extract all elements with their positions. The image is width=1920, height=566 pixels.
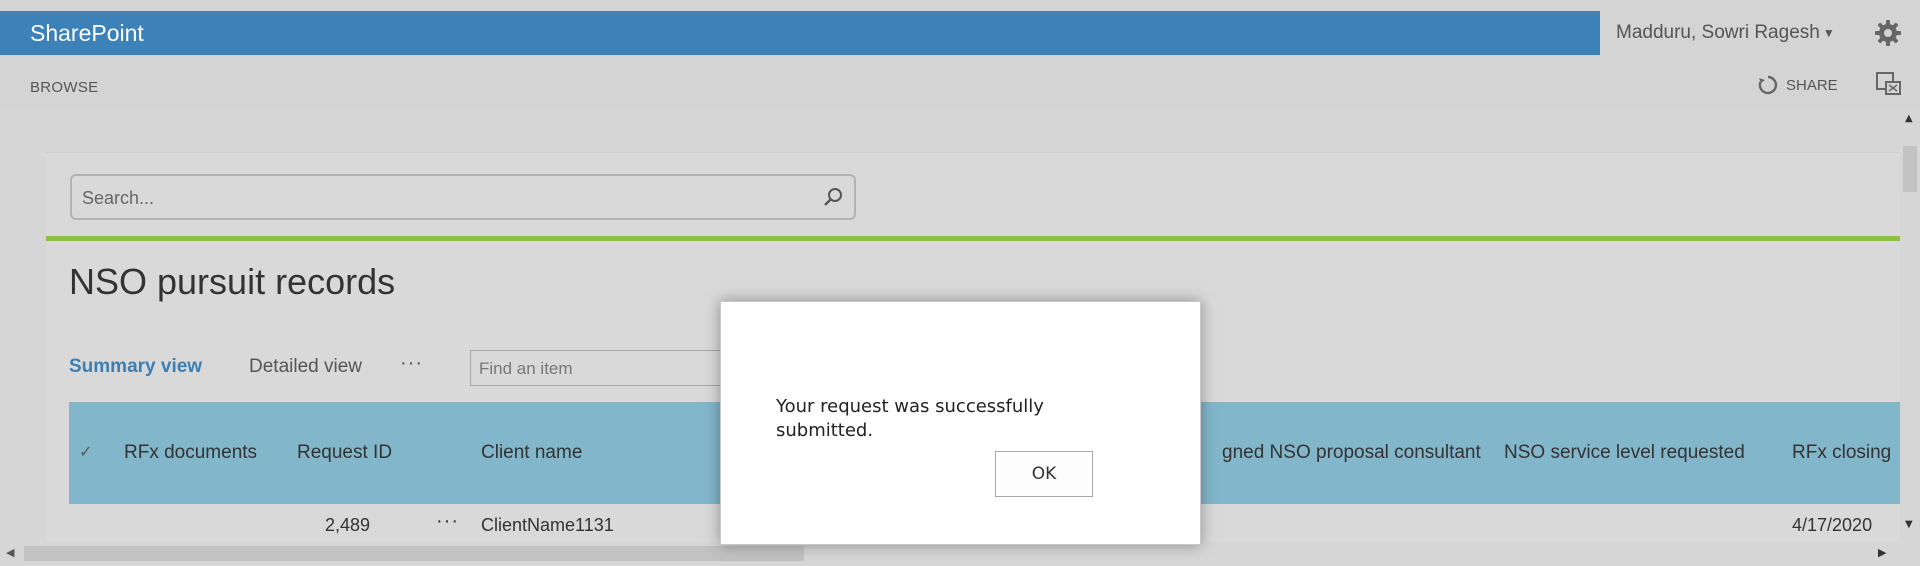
user-name: Madduru, Sowri Ragesh	[1616, 22, 1820, 43]
suite-bar: SharePoint	[0, 11, 1600, 55]
scroll-right-icon[interactable]: ▶	[1878, 546, 1886, 559]
select-all-checkbox[interactable]: ✓	[79, 442, 92, 462]
column-header-rfx-documents[interactable]: RFx documents	[124, 442, 257, 464]
page-title: NSO pursuit records	[69, 261, 396, 302]
scroll-left-icon[interactable]: ◀	[6, 546, 14, 559]
sharepoint-brand[interactable]: SharePoint	[30, 20, 144, 47]
dialog-message: Your request was successfully submitted.	[776, 396, 1044, 441]
gear-icon[interactable]	[1872, 17, 1904, 49]
ok-button[interactable]: OK	[995, 451, 1093, 497]
share-label: SHARE	[1786, 76, 1838, 94]
vertical-scrollbar[interactable]: ▲ ▼	[1900, 109, 1920, 542]
sync-icon	[1758, 75, 1778, 95]
row-menu-button[interactable]: ···	[436, 510, 459, 533]
column-header-client-name[interactable]: Client name	[481, 442, 582, 464]
accent-divider	[46, 236, 1900, 241]
column-header-request-id[interactable]: Request ID	[297, 442, 392, 464]
share-button[interactable]: SHARE	[1758, 75, 1838, 95]
chevron-down-icon: ▼	[1822, 25, 1835, 40]
scroll-down-icon[interactable]: ▼	[1905, 519, 1913, 530]
confirmation-dialog: Your request was successfully submitted.…	[720, 301, 1201, 545]
column-header-rfx-closing[interactable]: RFx closing	[1792, 442, 1891, 464]
client-name-cell[interactable]: ClientName1131	[481, 515, 614, 536]
horizontal-scroll-thumb[interactable]	[24, 546, 804, 561]
request-id-cell: 2,489	[325, 515, 371, 535]
focus-on-content-icon[interactable]	[1874, 70, 1904, 98]
tab-summary-view[interactable]: Summary view	[69, 356, 202, 378]
vertical-scroll-thumb[interactable]	[1903, 146, 1917, 192]
column-header-nso-service-level[interactable]: NSO service level requested	[1504, 442, 1745, 464]
column-header-nso-proposal-consultant[interactable]: gned NSO proposal consultant	[1222, 442, 1481, 464]
user-bar: Madduru, Sowri Ragesh ▼	[1600, 11, 1920, 55]
scroll-up-icon[interactable]: ▲	[1905, 113, 1913, 124]
rfx-closing-cell: 4/17/2020	[1792, 515, 1873, 535]
search-box[interactable]: Search...	[70, 174, 856, 220]
browse-tab[interactable]: BROWSE	[30, 79, 98, 96]
more-views-button[interactable]: ···	[400, 352, 423, 375]
tab-detailed-view[interactable]: Detailed view	[249, 356, 362, 378]
find-item-placeholder: Find an item	[479, 359, 573, 378]
user-menu[interactable]: Madduru, Sowri Ragesh ▼	[1616, 22, 1835, 44]
search-placeholder: Search...	[82, 188, 155, 208]
search-icon[interactable]	[822, 186, 844, 208]
ribbon: BROWSE SHARE	[0, 55, 1920, 109]
horizontal-scrollbar[interactable]: ◀ ▶	[0, 542, 1920, 566]
top-gap	[0, 0, 1920, 11]
